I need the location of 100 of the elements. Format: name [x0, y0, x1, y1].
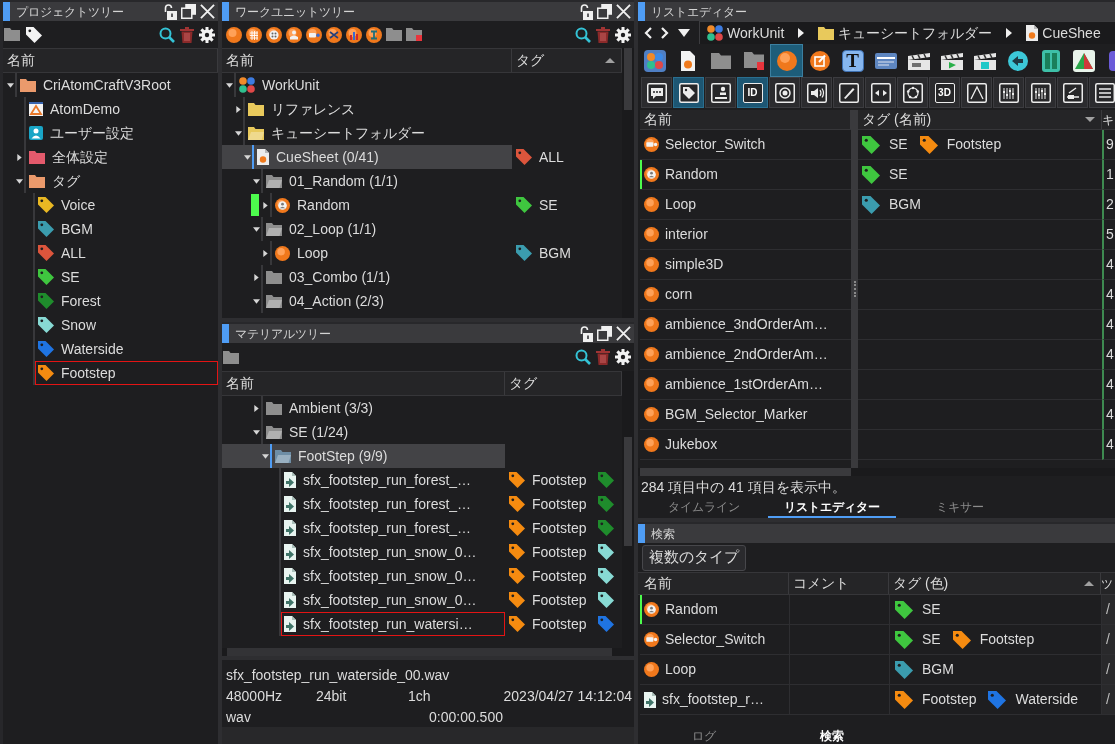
folder-icon[interactable]	[223, 350, 239, 364]
tree-item[interactable]: Snow	[3, 313, 218, 337]
column-header[interactable]: タグ (色)	[889, 573, 1101, 594]
unlock-icon[interactable]	[164, 3, 177, 20]
toolbar-button[interactable]: T	[836, 44, 869, 77]
column-header[interactable]: コメント	[789, 573, 889, 594]
tab[interactable]: タイムライン	[640, 498, 768, 518]
list-item[interactable]: sfx_footstep_r…	[640, 685, 789, 715]
list-item[interactable]: Jukebox	[640, 430, 851, 460]
tab[interactable]: リストエディター	[768, 498, 896, 518]
list-item[interactable]: Random	[640, 595, 789, 625]
tag-icon[interactable]	[26, 26, 42, 43]
grid-icon[interactable]	[246, 26, 262, 43]
caret-icon[interactable]	[15, 178, 23, 184]
view-toggle-button[interactable]	[705, 77, 736, 108]
settings-icon[interactable]	[199, 26, 215, 43]
list-item[interactable]: simple3D	[640, 250, 851, 280]
view-toggle-button[interactable]	[1089, 77, 1115, 108]
tree-item[interactable]: Ambient (3/3)	[222, 396, 505, 420]
list-item[interactable]: Random	[640, 160, 851, 190]
view-toggle-button[interactable]	[1025, 77, 1056, 108]
unlock-icon[interactable]	[580, 325, 593, 342]
view-toggle-button[interactable]: ID	[737, 77, 768, 108]
folder-icon[interactable]	[386, 28, 402, 41]
caret-icon[interactable]	[261, 453, 269, 459]
folder-icon[interactable]	[4, 28, 20, 41]
close-icon[interactable]	[200, 4, 215, 19]
close-icon[interactable]	[616, 326, 631, 341]
tree-item[interactable]: 02_Loop (1/1)	[222, 217, 512, 241]
folder-icon[interactable]	[406, 28, 422, 41]
tree-item[interactable]: sfx_footstep_run_forest_…	[222, 516, 505, 540]
search-icon[interactable]	[159, 26, 175, 43]
tree-item[interactable]: ユーザー設定	[3, 121, 218, 145]
tree-item[interactable]: WorkUnit	[222, 73, 512, 97]
tree-item[interactable]: 04_Action (2/3)	[222, 289, 512, 313]
column-header[interactable]: ツ	[1101, 573, 1115, 594]
type-filter-button[interactable]: 複数のタイプ	[642, 544, 746, 571]
tree-item[interactable]: タグ	[3, 169, 218, 193]
settings-icon[interactable]	[615, 26, 631, 43]
tree-item[interactable]: キューシートフォルダー	[222, 121, 512, 145]
column-header[interactable]: 名前	[3, 49, 218, 72]
tree-item[interactable]: sfx_footstep_run_forest_…	[222, 468, 505, 492]
view-toggle-button[interactable]	[833, 77, 864, 108]
tree-item[interactable]: Loop	[222, 241, 512, 265]
tree-item[interactable]: AtomDemo	[3, 97, 218, 121]
vertical-scrollbar[interactable]	[622, 48, 634, 318]
tree-item[interactable]: FootStep (9/9)	[222, 444, 505, 468]
sphere-icon[interactable]	[226, 26, 242, 43]
caret-icon[interactable]	[252, 298, 260, 304]
tree-item[interactable]: 全体設定	[3, 145, 218, 169]
view-toggle-button[interactable]	[993, 77, 1024, 108]
tab[interactable]: 検索	[768, 728, 896, 744]
tree-item[interactable]: SE	[3, 265, 218, 289]
list-item[interactable]: corn	[640, 280, 851, 310]
caret-icon[interactable]	[253, 404, 259, 412]
view-toggle-button[interactable]	[897, 77, 928, 108]
view-toggle-button[interactable]	[801, 77, 832, 108]
column-header[interactable]: 名前	[640, 573, 789, 594]
tree-item[interactable]: sfx_footstep_run_forest_…	[222, 492, 505, 516]
search-icon[interactable]	[575, 349, 591, 365]
list-item[interactable]: Loop	[640, 190, 851, 220]
tree-item[interactable]: Waterside	[3, 337, 218, 361]
cross-icon[interactable]	[326, 26, 342, 43]
dropdown-icon[interactable]	[678, 28, 690, 37]
list-item[interactable]: ambience_2ndOrderAm…	[640, 340, 851, 370]
horizontal-scrollbar[interactable]	[638, 468, 1115, 476]
close-icon[interactable]	[616, 4, 631, 19]
list-item[interactable]: BGM_Selector_Marker	[640, 400, 851, 430]
list-item[interactable]: ambience_3ndOrderAm…	[640, 310, 851, 340]
tree-item[interactable]: BGM	[3, 217, 218, 241]
tab[interactable]: ログ	[640, 728, 768, 744]
caret-icon[interactable]	[225, 82, 233, 88]
caret-icon[interactable]	[243, 154, 251, 160]
restore-icon[interactable]	[597, 326, 612, 341]
caret-icon[interactable]	[262, 201, 268, 209]
tree-item[interactable]: Forest	[3, 289, 218, 313]
view-toggle-button[interactable]	[673, 77, 704, 108]
column-header[interactable]: 名前	[222, 49, 512, 72]
view-toggle-button[interactable]	[865, 77, 896, 108]
tree-item[interactable]: sfx_footstep_run_snow_0…	[222, 588, 505, 612]
view-toggle-button[interactable]	[1057, 77, 1088, 108]
dots-icon[interactable]	[266, 26, 282, 43]
view-toggle-button[interactable]: 3D	[929, 77, 960, 108]
switch-icon[interactable]	[306, 26, 322, 43]
list-item[interactable]: ambience_1stOrderAm…	[640, 370, 851, 400]
view-toggle-button[interactable]	[769, 77, 800, 108]
breadcrumb-item[interactable]: キューシートフォルダー	[818, 22, 993, 44]
column-header[interactable]: キ	[1102, 110, 1114, 129]
view-toggle-button[interactable]	[961, 77, 992, 108]
beam-icon[interactable]	[366, 26, 382, 43]
tree-item[interactable]: リファレンス	[222, 97, 512, 121]
view-toggle-button[interactable]	[641, 77, 672, 108]
horizontal-scrollbar[interactable]	[222, 648, 634, 656]
restore-icon[interactable]	[181, 4, 196, 19]
list-item[interactable]: Selector_Switch	[640, 130, 851, 160]
tree-item[interactable]: sfx_footstep_run_snow_0…	[222, 564, 505, 588]
tree-item[interactable]: Random	[222, 193, 512, 217]
unlock-icon[interactable]	[580, 3, 593, 20]
tree-item[interactable]: sfx_footstep_run_snow_0…	[222, 540, 505, 564]
person-icon[interactable]	[286, 26, 302, 43]
